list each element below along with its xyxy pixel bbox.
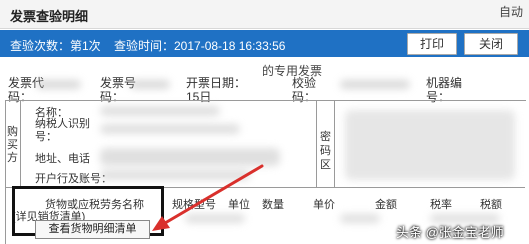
annotation-arrow-icon: [152, 164, 264, 231]
watermark: 头条 @张金宝老师: [396, 225, 504, 240]
